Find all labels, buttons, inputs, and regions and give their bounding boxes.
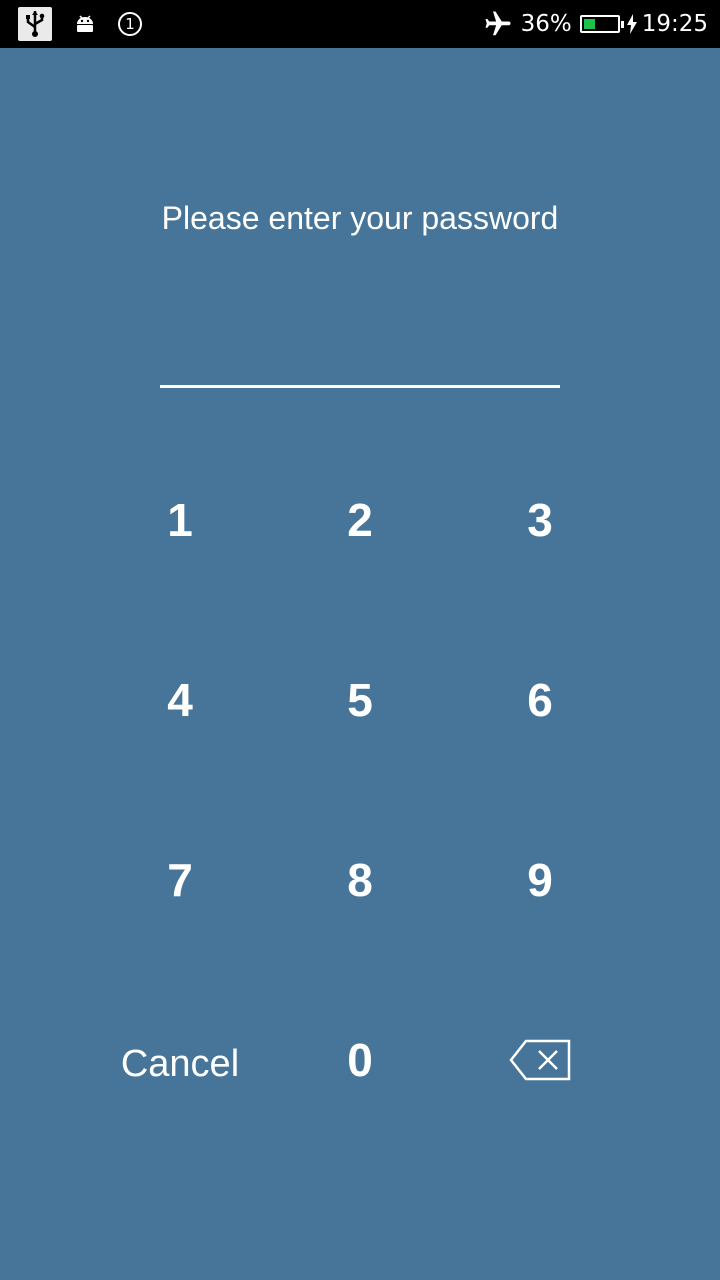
key-6[interactable]: 6 [450,640,630,760]
notification-count-icon: 1 [118,12,142,36]
clock: 19:25 [641,11,708,37]
key-0[interactable]: 0 [270,1000,450,1120]
key-9[interactable]: 9 [450,820,630,940]
battery-level-fill [583,19,596,29]
airplane-mode-icon [485,11,511,36]
backspace-button[interactable] [450,1000,630,1120]
status-bar-right: 36% 19:25 [483,0,708,48]
password-field[interactable] [160,290,560,388]
key-5[interactable]: 5 [270,640,450,760]
password-prompt: Please enter your password [161,200,559,236]
battery-percent: 36% [520,11,572,37]
cancel-button[interactable]: Cancel [90,1004,270,1124]
key-2[interactable]: 2 [270,460,450,580]
charging-icon [626,14,637,34]
android-icon [77,15,93,32]
key-8[interactable]: 8 [270,820,450,940]
backspace-icon [509,1039,571,1081]
battery-icon [579,15,624,33]
notification-count: 1 [125,15,135,33]
status-bar: 1 36% 19:25 [0,0,720,48]
status-bar-left: 1 [18,7,142,41]
usb-icon [18,7,52,41]
key-1[interactable]: 1 [90,460,270,580]
key-4[interactable]: 4 [90,640,270,760]
key-7[interactable]: 7 [90,820,270,940]
key-3[interactable]: 3 [450,460,630,580]
